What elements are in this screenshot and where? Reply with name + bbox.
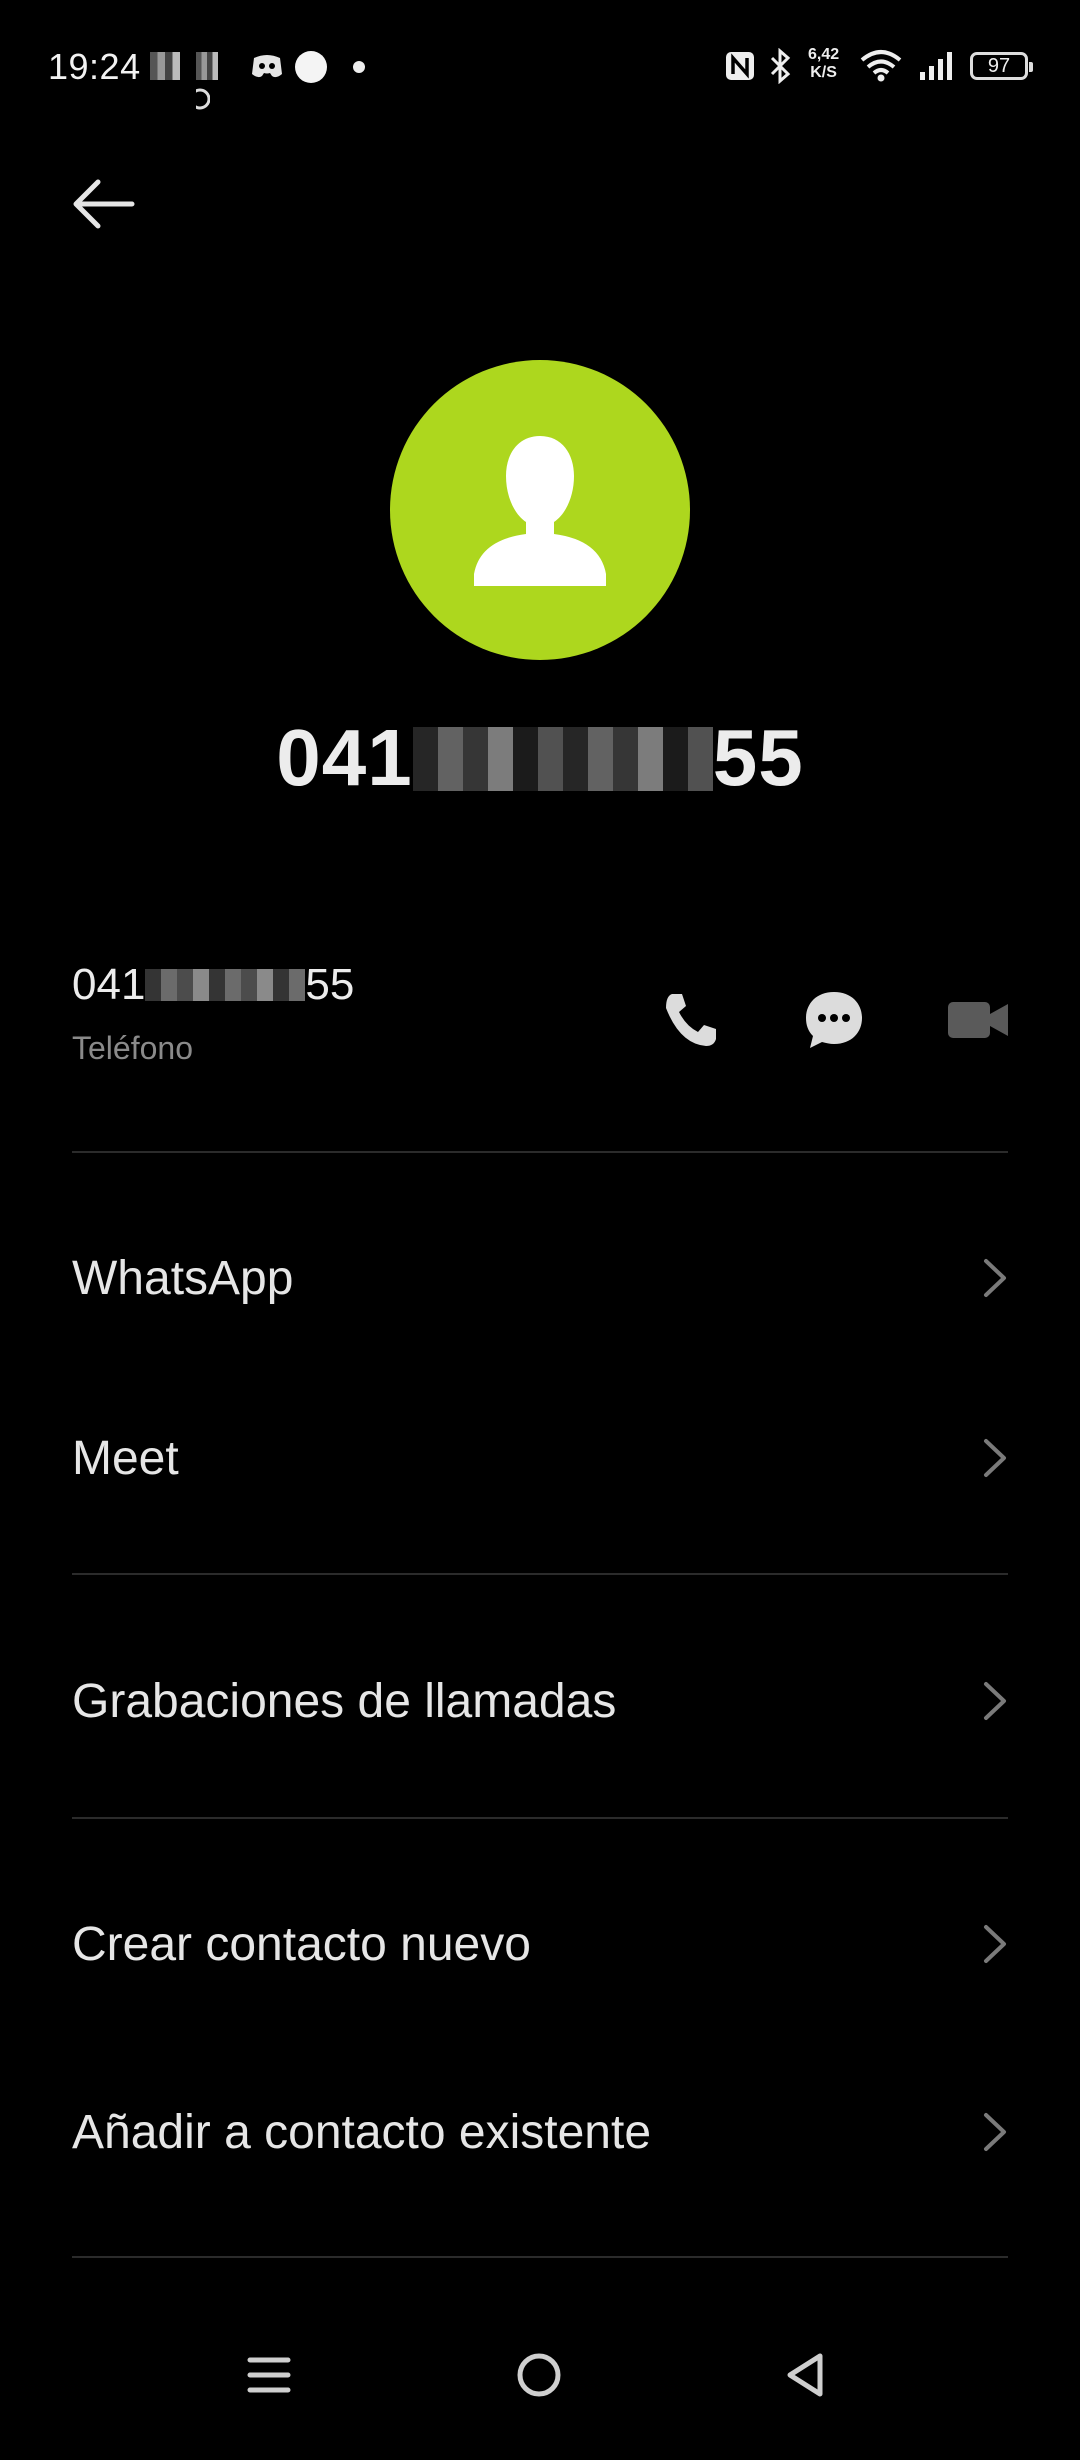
chevron-right-icon [984, 1682, 1006, 1720]
back-button[interactable] [68, 176, 140, 232]
meet-label: Meet [72, 1432, 179, 1485]
phone-number-end: 55 [305, 960, 355, 1009]
redacted-digits [412, 726, 713, 791]
phone-icon [666, 994, 716, 1046]
network-speed: 6,42 K/S [808, 46, 839, 82]
nav-menu-button[interactable] [244, 2350, 294, 2430]
divider [72, 1573, 1008, 1575]
call-recordings-row[interactable]: Grabaciones de llamadas [72, 1648, 1012, 1748]
redacted-digits [145, 969, 306, 1002]
battery-indicator: 97 [970, 52, 1033, 80]
chevron-right-icon [984, 1925, 1006, 1963]
back-arrow-icon [73, 179, 135, 229]
status-time: 19:24 [48, 46, 141, 87]
notification-app-icon [150, 52, 180, 80]
divider [72, 1817, 1008, 1819]
meet-row[interactable]: Meet [72, 1405, 1012, 1505]
notification-app-icon [189, 52, 232, 110]
divider [72, 2256, 1008, 2258]
chevron-right-icon [984, 2113, 1006, 2151]
video-icon [948, 1002, 1008, 1038]
phone-type-label: Teléfono [72, 1030, 193, 1066]
contact-avatar [390, 360, 690, 660]
nfc-icon [724, 50, 756, 82]
nav-back-button[interactable] [782, 2350, 832, 2430]
message-icon [806, 992, 862, 1048]
contact-title: 041 55 [0, 712, 1080, 804]
message-button[interactable] [802, 988, 866, 1052]
create-contact-label: Crear contacto nuevo [72, 1918, 531, 1971]
menu-icon [247, 2357, 291, 2393]
speed-value: 6,42 [808, 46, 840, 63]
contact-title-end: 55 [712, 713, 804, 802]
contact-title-start: 041 [276, 713, 413, 802]
back-triangle-icon [787, 2353, 823, 2397]
phone-entry[interactable]: 041 55 Teléfono [72, 960, 1012, 1080]
add-to-existing-row[interactable]: Añadir a contacto existente [72, 2079, 1012, 2179]
status-bar: 19:24 6,42 K/S 97 [0, 0, 1080, 130]
whatsapp-label: WhatsApp [72, 1252, 294, 1305]
add-to-existing-label: Añadir a contacto existente [72, 2106, 652, 2159]
chevron-right-icon [984, 1439, 1006, 1477]
divider [72, 1151, 1008, 1153]
video-call-button[interactable] [946, 988, 1010, 1052]
phone-number-start: 041 [72, 960, 146, 1009]
bluetooth-icon [768, 47, 794, 85]
create-contact-row[interactable]: Crear contacto nuevo [72, 1891, 1012, 1991]
discord-icon [250, 52, 284, 80]
signal-icon [918, 50, 958, 82]
phone-number: 041 55 [72, 960, 354, 1010]
nav-home-button[interactable] [514, 2350, 564, 2430]
home-icon [517, 2353, 561, 2397]
wifi-icon [860, 48, 902, 82]
notification-dot-icon [294, 50, 328, 84]
call-recordings-label: Grabaciones de llamadas [72, 1675, 617, 1728]
more-notifications-icon [352, 60, 366, 74]
contact-person-icon [474, 436, 606, 586]
chevron-right-icon [984, 1259, 1006, 1297]
whatsapp-row[interactable]: WhatsApp [72, 1225, 1012, 1325]
call-button[interactable] [658, 988, 722, 1052]
speed-unit: K/S [810, 64, 837, 81]
